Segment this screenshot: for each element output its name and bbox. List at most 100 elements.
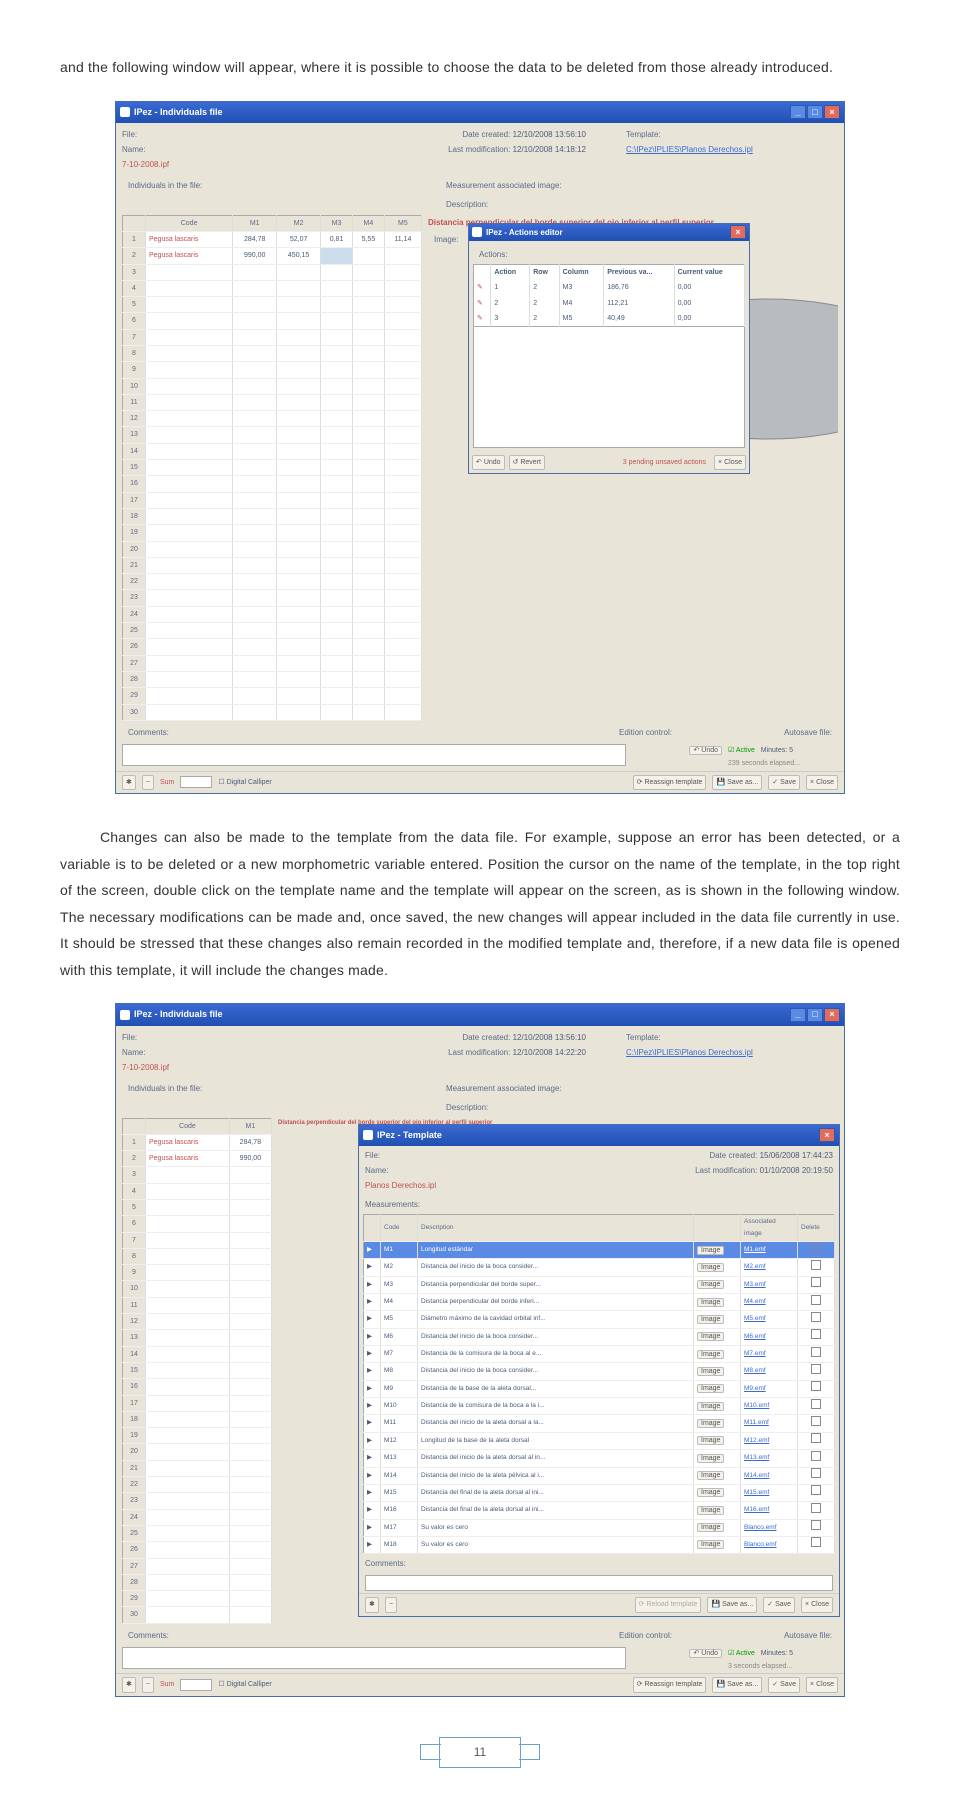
sum-field[interactable] [180, 776, 212, 788]
measurements-table[interactable]: CodeDescriptionAssociated imageDelete ▶M… [363, 1214, 835, 1554]
td-name-label: Name: [365, 1163, 589, 1178]
minutes-value[interactable]: 5 [789, 747, 793, 754]
td-file-label: File: [365, 1148, 589, 1163]
file-label: File: [122, 1030, 334, 1045]
minutes-label-2: Minutes: [761, 1650, 787, 1657]
sum-field-2[interactable] [180, 1679, 212, 1691]
caliper-checkbox[interactable]: ☐ Digital Calliper [218, 776, 271, 789]
paragraph-2: Changes can also be made to the template… [60, 824, 900, 984]
last-mod-value: 12/10/2008 14:22:20 [513, 1048, 586, 1057]
template-path[interactable]: C:\IPez\IPLIES\Planos Derechos.ipl [626, 142, 838, 157]
close-button-main[interactable]: × Close [806, 775, 838, 790]
desc-label: Description: [440, 195, 838, 214]
td-save-button[interactable]: ✓ Save [763, 1597, 795, 1612]
comments-input-2[interactable] [122, 1647, 626, 1669]
desc-label: Description: [440, 1098, 838, 1117]
td-save-as-button[interactable]: 💾 Save as... [707, 1597, 757, 1612]
dialog-icon [363, 1130, 373, 1140]
td-add-button[interactable]: ✱ [365, 1597, 379, 1612]
close-button[interactable]: × [824, 1008, 840, 1022]
dialog-close-btn[interactable]: × Close [714, 455, 746, 470]
ipez-main-window-2: IPez - Individuals file _ □ × File: Name… [115, 1003, 845, 1696]
meas-img-label: Measurement associated image: [440, 1079, 838, 1098]
sum-label: Sum [160, 776, 174, 789]
minimize-button[interactable]: _ [790, 105, 806, 119]
active-checkbox-2[interactable]: ☑ Active [728, 1650, 755, 1657]
td-comments-input[interactable] [365, 1575, 833, 1591]
figure-1: IPez - Individuals file _ □ × File: Name… [115, 101, 845, 794]
sum-label-2: Sum [160, 1678, 174, 1691]
elapsed-label: 239 seconds elapsed... [728, 760, 800, 767]
edition-label: Edition control: [548, 723, 772, 742]
autosave-label: Autosave file: [778, 723, 838, 742]
pending-status: 3 pending unsaved actions [623, 456, 706, 469]
last-mod-label: Last modification: [448, 1048, 510, 1057]
td-remove-button[interactable]: − [385, 1597, 397, 1612]
comments-input[interactable] [122, 744, 626, 766]
file-name: 7-10-2008.ipf [122, 1060, 334, 1075]
add-button[interactable]: ✱ [122, 775, 136, 790]
app-icon [120, 107, 130, 117]
caliper-checkbox-2[interactable]: ☐ Digital Calliper [218, 1678, 271, 1691]
minutes-label: Minutes: [761, 747, 787, 754]
comments-label: Comments: [122, 723, 542, 742]
add-button-2[interactable]: ✱ [122, 1677, 136, 1692]
remove-button-2[interactable]: − [142, 1677, 154, 1692]
name-label: Name: [122, 1045, 334, 1060]
td-last-mod: 01/10/2008 20:19:50 [760, 1166, 833, 1175]
template-dialog-title: IPez - Template [377, 1127, 442, 1144]
page-number: 11 [439, 1737, 521, 1768]
meas-img-label: Measurement associated image: [440, 176, 838, 195]
td-name-value: Planos Derechos.ipl [365, 1178, 589, 1193]
minimize-button[interactable]: _ [790, 1008, 806, 1022]
template-label: Template: [626, 127, 838, 142]
window-title: IPez - Individuals file [134, 1006, 223, 1023]
save-button-2[interactable]: ✓ Save [768, 1677, 800, 1692]
close-button[interactable]: × [824, 105, 840, 119]
actions-table[interactable]: ActionRowColumnPrevious va...Current val… [473, 264, 745, 327]
reload-template-button[interactable]: ⟳ Reload template [635, 1597, 702, 1612]
maximize-button[interactable]: □ [807, 1008, 823, 1022]
actions-editor-dialog: IPez - Actions editor × Actions: ActionR… [468, 223, 750, 475]
td-date-created-label: Date created: [709, 1151, 757, 1160]
reassign-button[interactable]: ⟳ Reassign template [633, 775, 707, 790]
individuals-label: Individuals in the file: [122, 176, 434, 214]
dialog-close-button[interactable]: × [819, 1128, 835, 1142]
revert-button[interactable]: ↺ Revert [509, 455, 545, 470]
undo-button-main[interactable]: ↶ Undo [689, 746, 722, 755]
measurements-label: Measurements: [359, 1195, 839, 1214]
ipez-main-window: IPez - Individuals file _ □ × File: Name… [115, 101, 845, 794]
td-date-created: 15/06/2008 17:44:23 [760, 1151, 833, 1160]
reassign-button-2[interactable]: ⟳ Reassign template [633, 1677, 707, 1692]
save-button[interactable]: ✓ Save [768, 775, 800, 790]
app-icon [120, 1010, 130, 1020]
minutes-value-2[interactable]: 5 [789, 1650, 793, 1657]
undo-button[interactable]: ↶ Undo [472, 455, 505, 470]
date-created-value: 12/10/2008 13:56:10 [513, 1033, 586, 1042]
date-created-label: Date created: [462, 1033, 510, 1042]
save-as-button-2[interactable]: 💾 Save as... [712, 1677, 762, 1692]
save-as-button[interactable]: 💾 Save as... [712, 775, 762, 790]
paragraph-1: and the following window will appear, wh… [60, 54, 900, 81]
file-label: File: [122, 127, 334, 142]
template-label: Template: [626, 1030, 838, 1045]
window-titlebar-2: IPez - Individuals file _ □ × [116, 1004, 844, 1025]
remove-button[interactable]: − [142, 775, 154, 790]
undo-button-main-2[interactable]: ↶ Undo [689, 1649, 722, 1658]
last-mod-label: Last modification: [448, 145, 510, 154]
template-path[interactable]: C:\IPez\IPLIES\Planos Derechos.ipl [626, 1045, 838, 1060]
last-mod-value: 12/10/2008 14:18:12 [513, 145, 586, 154]
close-button-main-2[interactable]: × Close [806, 1677, 838, 1692]
individuals-table[interactable]: CodeM1M2M3M4M5 1Pegusa lascaris284,7852,… [122, 215, 422, 721]
dialog-close-button[interactable]: × [730, 225, 746, 239]
figure-2: IPez - Individuals file _ □ × File: Name… [115, 1003, 845, 1696]
window-titlebar: IPez - Individuals file _ □ × [116, 102, 844, 123]
active-checkbox[interactable]: ☑ Active [728, 747, 755, 754]
td-last-mod-label: Last modification: [695, 1166, 757, 1175]
td-comments-label: Comments: [359, 1554, 839, 1573]
individuals-table-2[interactable]: CodeM1 1Pegusa lascaris284,782Pegusa las… [122, 1118, 272, 1624]
date-created-label: Date created: [462, 130, 510, 139]
maximize-button[interactable]: □ [807, 105, 823, 119]
window-title: IPez - Individuals file [134, 104, 223, 121]
td-close-button[interactable]: × Close [801, 1597, 833, 1612]
